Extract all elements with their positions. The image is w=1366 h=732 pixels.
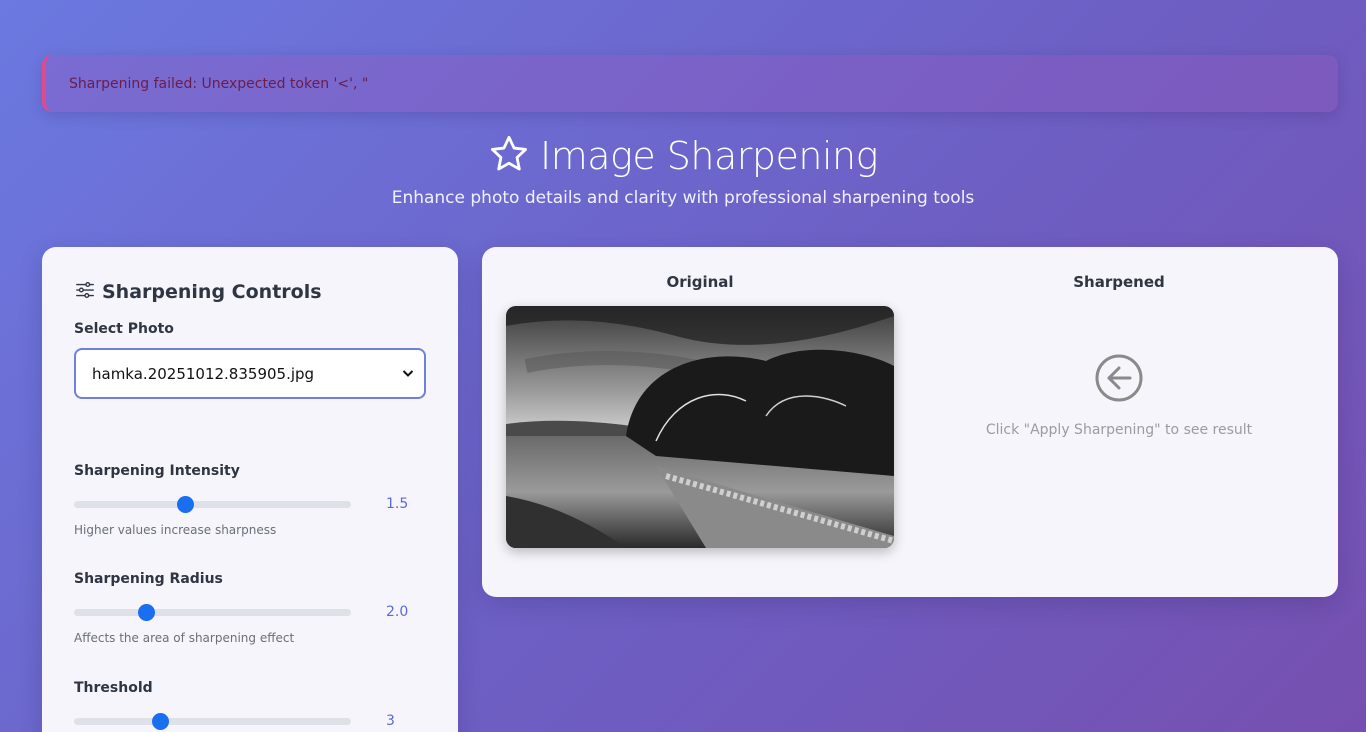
slider-label: Sharpening Radius [74,571,223,587]
intensity-slider-thumb[interactable] [176,495,194,513]
select-photo-label: Select Photo [74,321,174,337]
chevron-down-icon [402,365,414,383]
threshold-slider-track[interactable] [74,712,351,730]
radius-hint: Affects the area of sharpening effect [74,631,295,645]
slider-label: Threshold [74,680,153,696]
threshold-value: 3 [386,713,395,729]
sliders-icon [74,279,96,306]
photo-select-value: hamka.20251012.835905.jpg [92,364,315,383]
photo-select[interactable]: hamka.20251012.835905.jpg [74,348,426,399]
controls-panel: Sharpening Controls Select Photo hamka.2… [42,247,458,732]
radius-slider-thumb[interactable] [138,603,156,621]
page-header: Image Sharpening Enhance photo details a… [0,128,1366,208]
original-label: Original [666,273,734,291]
slider-radius: Sharpening Radius 2.0 Affects the area o… [74,571,426,645]
page-title: Image Sharpening [540,134,878,178]
threshold-slider-thumb[interactable] [151,712,169,730]
radius-value: 2.0 [386,604,409,620]
error-alert: Sharpening failed: Unexpected token '<',… [42,55,1338,112]
intensity-value: 1.5 [386,496,409,512]
intensity-slider-track[interactable] [74,495,351,513]
radius-slider-track[interactable] [74,603,351,621]
empty-message: Click "Apply Sharpening" to see result [985,422,1253,438]
original-photo [506,306,894,548]
page-subtitle: Enhance photo details and clarity with p… [391,188,975,208]
slider-label: Sharpening Intensity [74,463,240,479]
slider-threshold: Threshold 3 [74,680,426,730]
controls-title: Sharpening Controls [102,281,322,303]
sharpened-empty-state: Click "Apply Sharpening" to see result [919,352,1319,438]
error-message: Sharpening failed: Unexpected token '<',… [69,75,369,92]
intensity-hint: Higher values increase sharpness [74,523,277,537]
sharpened-label: Sharpened [1073,273,1165,291]
preview-panel: Original Sharpened Click "Apply Sharpeni… [482,247,1338,597]
slider-intensity: Sharpening Intensity 1.5 Higher values i… [74,463,426,537]
arrow-left-circle-icon [1093,354,1145,408]
star-icon [488,133,530,179]
